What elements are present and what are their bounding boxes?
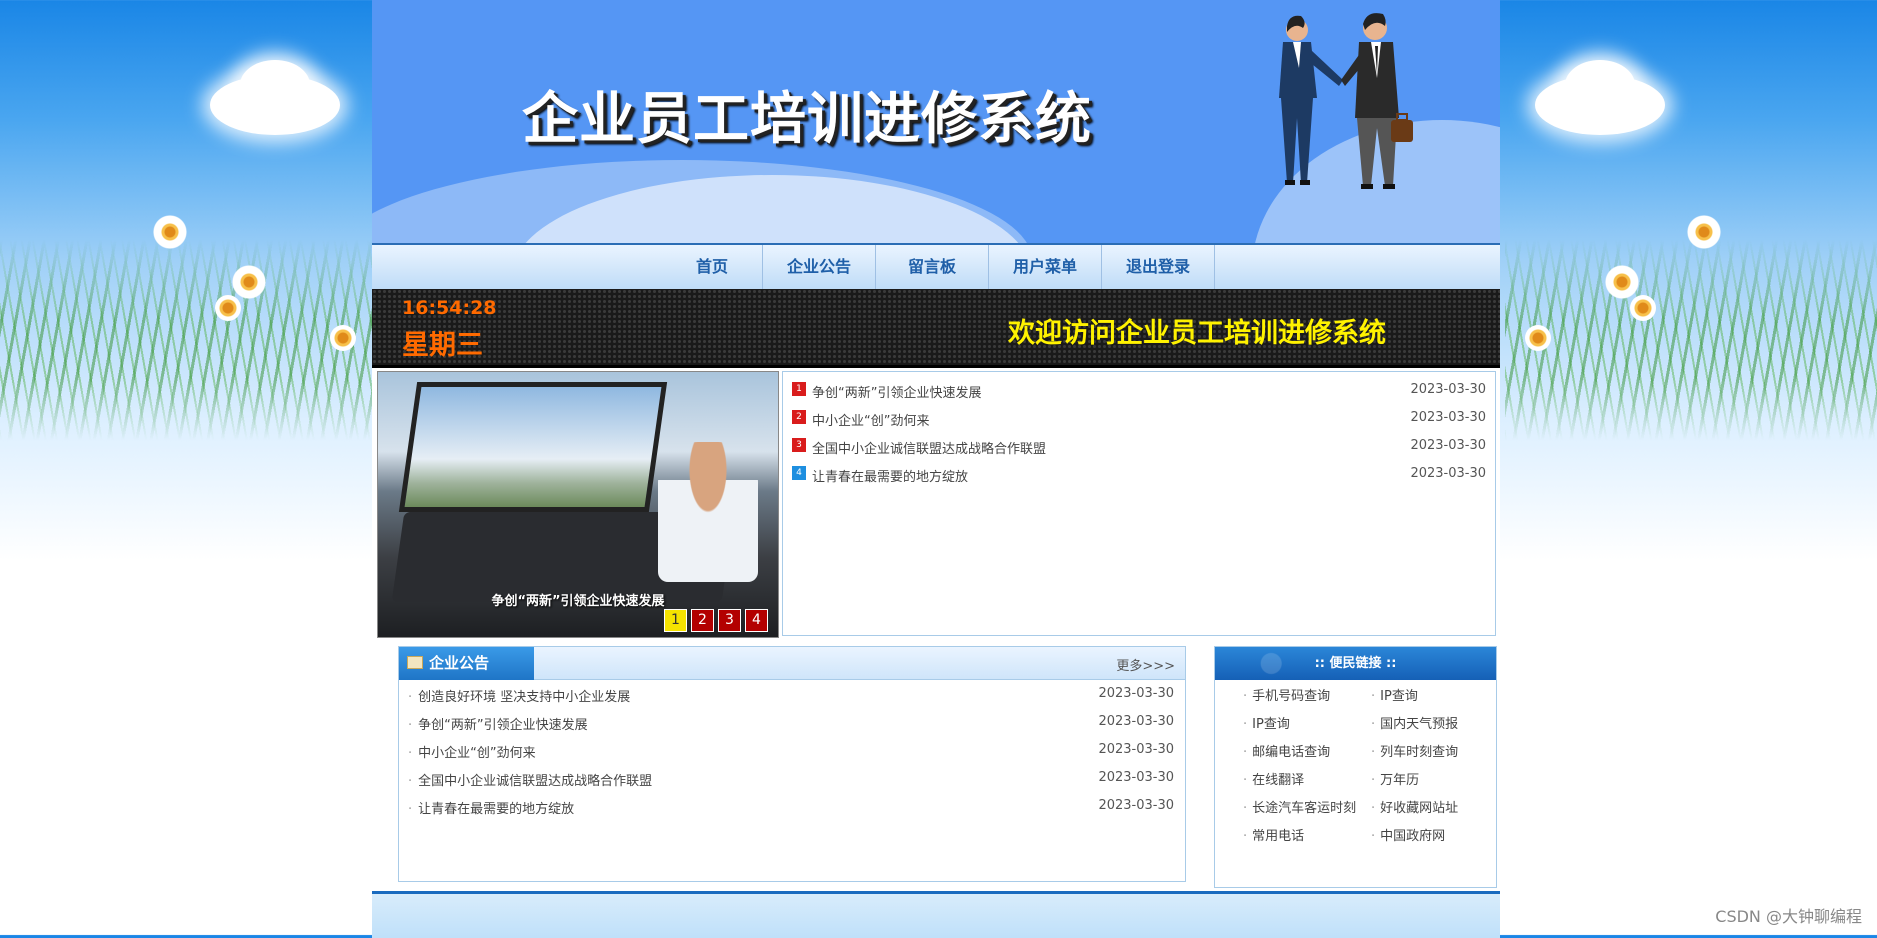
bullet-icon: · xyxy=(408,690,413,705)
list-item[interactable]: · 争创“两新”引领企业快速发展 2023-03-30 xyxy=(408,714,1174,734)
notice-date: 2023-03-30 xyxy=(1098,714,1174,729)
grass xyxy=(1505,240,1877,440)
news-date: 2023-03-30 xyxy=(1410,438,1486,453)
rank-badge: 4 xyxy=(792,466,806,480)
slider-pagination: 1 2 3 4 xyxy=(664,609,768,632)
clock-weekday: 星期三 xyxy=(402,330,483,361)
nav-home[interactable]: 首页 xyxy=(662,245,763,289)
flower xyxy=(232,265,266,299)
link-item[interactable]: 中国政府网 xyxy=(1371,827,1491,847)
link-item[interactable]: 万年历 xyxy=(1371,771,1491,791)
list-item[interactable]: · 让青春在最需要的地方绽放 2023-03-30 xyxy=(408,798,1174,818)
news-item[interactable]: 3 全国中小企业诚信联盟达成战略合作联盟 2023-03-30 xyxy=(792,438,1486,458)
link-item[interactable]: 好收藏网站址 xyxy=(1371,799,1491,819)
news-title[interactable]: 让青春在最需要的地方绽放 xyxy=(812,470,968,485)
list-item[interactable]: · 创造良好环境 坚决支持中小企业发展 2023-03-30 xyxy=(408,686,1174,706)
news-title[interactable]: 中小企业“创”劲何来 xyxy=(812,414,929,429)
panel-header: 企业公告 更多>>> xyxy=(399,647,1185,680)
bullet-icon: · xyxy=(408,802,413,817)
news-date: 2023-03-30 xyxy=(1410,382,1486,397)
flower xyxy=(153,215,187,249)
nav-user-menu[interactable]: 用户菜单 xyxy=(989,245,1102,289)
links-header: :: 便民链接 :: xyxy=(1215,647,1496,680)
notice-date: 2023-03-30 xyxy=(1098,686,1174,701)
link-item[interactable]: 列车时刻查询 xyxy=(1371,743,1491,763)
led-banner: 16:54:28 星期三 欢迎访问企业员工培训进修系统 xyxy=(372,289,1500,368)
grass xyxy=(0,240,372,440)
notice-title[interactable]: 让青春在最需要的地方绽放 xyxy=(418,802,574,817)
handshake-illustration xyxy=(1279,13,1413,189)
slider-page-2[interactable]: 2 xyxy=(691,609,714,632)
more-link[interactable]: 更多>>> xyxy=(1116,655,1175,674)
flower xyxy=(1687,215,1721,249)
link-item[interactable]: 长途汽车客运时刻 xyxy=(1243,799,1371,819)
right-decoration xyxy=(1505,0,1877,520)
page-container: 企业员工培训进修系统 首页 企业公告 留言板 用户菜单 退出登录 16:54:2… xyxy=(372,0,1500,938)
notice-date: 2023-03-30 xyxy=(1098,742,1174,757)
convenience-links-panel: :: 便民链接 :: 手机号码查询 IP查询 IP查询 国内天气预报 邮编电话查… xyxy=(1214,646,1497,888)
link-item[interactable]: 在线翻译 xyxy=(1243,771,1371,791)
bullet-icon: · xyxy=(408,746,413,761)
flower xyxy=(1525,325,1551,351)
slider-page-3[interactable]: 3 xyxy=(718,609,741,632)
flower xyxy=(330,325,356,351)
news-item[interactable]: 2 中小企业“创”劲何来 2023-03-30 xyxy=(792,410,1486,430)
news-list: 1 争创“两新”引领企业快速发展 2023-03-30 2 中小企业“创”劲何来 2… xyxy=(782,371,1496,636)
notice-title[interactable]: 中小企业“创”劲何来 xyxy=(418,746,535,761)
site-title: 企业员工培训进修系统 xyxy=(522,87,1092,152)
link-item[interactable]: 常用电话 xyxy=(1243,827,1371,847)
clock-time: 16:54:28 xyxy=(402,297,497,319)
header-banner: 企业员工培训进修系统 xyxy=(372,0,1500,243)
notice-title[interactable]: 争创“两新”引领企业快速发展 xyxy=(418,718,587,733)
list-item[interactable]: · 中小企业“创”劲何来 2023-03-30 xyxy=(408,742,1174,762)
notice-title[interactable]: 创造良好环境 坚决支持中小企业发展 xyxy=(418,690,630,705)
slider-page-4[interactable]: 4 xyxy=(745,609,768,632)
footer-bar xyxy=(372,891,1500,938)
panel-tab: 企业公告 xyxy=(399,647,534,680)
news-date: 2023-03-30 xyxy=(1410,410,1486,425)
image-slider[interactable]: 争创“两新”引领企业快速发展 1 2 3 4 xyxy=(377,371,779,638)
links-list: 手机号码查询 IP查询 IP查询 国内天气预报 邮编电话查询 列车时刻查询 在线… xyxy=(1243,687,1493,847)
book-icon xyxy=(407,656,423,669)
top-content-row: 争创“两新”引领企业快速发展 1 2 3 4 1 争创“两新”引领企业快速发展 2… xyxy=(377,371,1500,638)
notice-date: 2023-03-30 xyxy=(1098,798,1174,813)
news-item[interactable]: 1 争创“两新”引领企业快速发展 2023-03-30 xyxy=(792,382,1486,402)
photo-driver xyxy=(658,442,758,582)
link-item[interactable]: 邮编电话查询 xyxy=(1243,743,1371,763)
rank-badge: 2 xyxy=(792,410,806,424)
slider-page-1[interactable]: 1 xyxy=(664,609,687,632)
flower xyxy=(1630,295,1656,321)
bullet-icon: · xyxy=(408,718,413,733)
nav-message-board[interactable]: 留言板 xyxy=(876,245,989,289)
welcome-marquee: 欢迎访问企业员工培训进修系统 xyxy=(1008,318,1386,349)
nav-logout[interactable]: 退出登录 xyxy=(1102,245,1215,289)
rank-badge: 3 xyxy=(792,438,806,452)
link-item[interactable]: IP查询 xyxy=(1243,715,1371,735)
watermark: CSDN @大钟聊编程 xyxy=(1715,907,1862,926)
nav-announcements[interactable]: 企业公告 xyxy=(763,245,876,289)
news-title[interactable]: 争创“两新”引领企业快速发展 xyxy=(812,386,981,401)
photo-window xyxy=(398,382,668,512)
notice-date: 2023-03-30 xyxy=(1098,770,1174,785)
news-title[interactable]: 全国中小企业诚信联盟达成战略合作联盟 xyxy=(812,442,1046,457)
left-decoration xyxy=(0,0,372,520)
news-date: 2023-03-30 xyxy=(1410,466,1486,481)
notice-title[interactable]: 全国中小企业诚信联盟达成战略合作联盟 xyxy=(418,774,652,789)
bullet-icon: · xyxy=(408,774,413,789)
list-item[interactable]: · 全国中小企业诚信联盟达成战略合作联盟 2023-03-30 xyxy=(408,770,1174,790)
cloud xyxy=(1565,60,1635,110)
link-item[interactable]: IP查询 xyxy=(1371,687,1491,707)
cloud xyxy=(240,60,310,110)
flower xyxy=(1605,265,1639,299)
news-item[interactable]: 4 让青春在最需要的地方绽放 2023-03-30 xyxy=(792,466,1486,486)
announcements-panel: 企业公告 更多>>> · 创造良好环境 坚决支持中小企业发展 2023-03-30 … xyxy=(398,646,1186,882)
link-item[interactable]: 手机号码查询 xyxy=(1243,687,1371,707)
link-item[interactable]: 国内天气预报 xyxy=(1371,715,1491,735)
panel-title: 企业公告 xyxy=(429,654,490,672)
rank-badge: 1 xyxy=(792,382,806,396)
flower xyxy=(215,295,241,321)
slider-caption[interactable]: 争创“两新”引领企业快速发展 xyxy=(378,590,778,609)
main-nav: 首页 企业公告 留言板 用户菜单 退出登录 xyxy=(372,243,1500,289)
